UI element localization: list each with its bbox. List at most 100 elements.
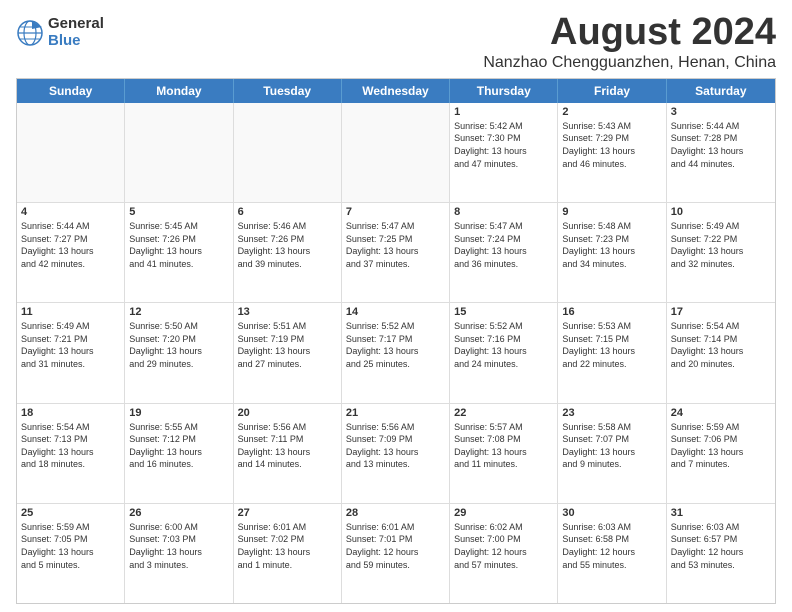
day-info: Sunrise: 5:44 AMSunset: 7:27 PMDaylight:…: [21, 220, 120, 270]
day-number: 10: [671, 206, 771, 218]
cal-cell: 24 Sunrise: 5:59 AMSunset: 7:06 PMDayligh…: [667, 404, 775, 503]
cal-week-3: 11 Sunrise: 5:49 AMSunset: 7:21 PMDayligh…: [17, 303, 775, 403]
day-info: Sunrise: 5:55 AMSunset: 7:12 PMDaylight:…: [129, 421, 228, 471]
day-number: 22: [454, 407, 553, 419]
cal-cell: 18Sunrise: 5:54 AMSunset: 7:13 PMDayligh…: [17, 404, 125, 503]
cal-cell: 26Sunrise: 6:00 AMSunset: 7:03 PMDayligh…: [125, 504, 233, 603]
cal-cell: 9 Sunrise: 5:48 AMSunset: 7:23 PMDaylight…: [558, 203, 666, 302]
location-title: Nanzhao Chengguanzhen, Henan, China: [483, 54, 776, 72]
day-number: 20: [238, 407, 337, 419]
cal-cell: [342, 103, 450, 202]
logo-text: General Blue: [48, 16, 104, 49]
day-info: Sunrise: 5:56 AMSunset: 7:11 PMDaylight:…: [238, 421, 337, 471]
day-info: Sunrise: 5:59 AMSunset: 7:06 PMDaylight:…: [671, 421, 771, 471]
cal-cell: 28 Sunrise: 6:01 AMSunset: 7:01 PMDayligh…: [342, 504, 450, 603]
cal-cell: 11 Sunrise: 5:49 AMSunset: 7:21 PMDayligh…: [17, 303, 125, 402]
cal-header-wednesday: Wednesday: [342, 79, 450, 103]
calendar-header-row: SundayMondayTuesdayWednesdayThursdayFrid…: [17, 79, 775, 103]
day-info: Sunrise: 5:49 AMSunset: 7:21 PMDaylight:…: [21, 320, 120, 370]
day-number: 4: [21, 206, 120, 218]
day-info: Sunrise: 5:43 AMSunset: 7:29 PMDaylight:…: [562, 120, 661, 170]
day-number: 24: [671, 407, 771, 419]
day-number: 5: [129, 206, 228, 218]
day-info: Sunrise: 6:02 AMSunset: 7:00 PMDaylight:…: [454, 521, 553, 571]
day-info: Sunrise: 5:57 AMSunset: 7:08 PMDaylight:…: [454, 421, 553, 471]
day-number: 25: [21, 507, 120, 519]
day-info: Sunrise: 5:53 AMSunset: 7:15 PMDaylight:…: [562, 320, 661, 370]
page: General Blue August 2024 Nanzhao Chenggu…: [0, 0, 792, 612]
day-info: Sunrise: 5:52 AMSunset: 7:16 PMDaylight:…: [454, 320, 553, 370]
day-number: 21: [346, 407, 445, 419]
calendar: SundayMondayTuesdayWednesdayThursdayFrid…: [16, 78, 776, 604]
cal-cell: [17, 103, 125, 202]
cal-cell: 12Sunrise: 5:50 AMSunset: 7:20 PMDayligh…: [125, 303, 233, 402]
cal-cell: 23 Sunrise: 5:58 AMSunset: 7:07 PMDayligh…: [558, 404, 666, 503]
cal-cell: 6Sunrise: 5:46 AMSunset: 7:26 PMDaylight…: [234, 203, 342, 302]
title-block: August 2024 Nanzhao Chengguanzhen, Henan…: [483, 12, 776, 72]
logo: General Blue: [16, 16, 104, 49]
day-info: Sunrise: 6:01 AMSunset: 7:02 PMDaylight:…: [238, 521, 337, 571]
day-info: Sunrise: 5:59 AMSunset: 7:05 PMDaylight:…: [21, 521, 120, 571]
day-info: Sunrise: 5:52 AMSunset: 7:17 PMDaylight:…: [346, 320, 445, 370]
day-info: Sunrise: 5:47 AMSunset: 7:24 PMDaylight:…: [454, 220, 553, 270]
day-info: Sunrise: 5:58 AMSunset: 7:07 PMDaylight:…: [562, 421, 661, 471]
logo-blue-text: Blue: [48, 33, 104, 50]
cal-cell: 30Sunrise: 6:03 AMSunset: 6:58 PMDayligh…: [558, 504, 666, 603]
cal-cell: 22 Sunrise: 5:57 AMSunset: 7:08 PMDayligh…: [450, 404, 558, 503]
cal-header-friday: Friday: [558, 79, 666, 103]
day-number: 16: [562, 306, 661, 318]
cal-header-monday: Monday: [125, 79, 233, 103]
day-number: 14: [346, 306, 445, 318]
day-number: 2: [562, 106, 661, 118]
cal-cell: 25 Sunrise: 5:59 AMSunset: 7:05 PMDayligh…: [17, 504, 125, 603]
day-number: 7: [346, 206, 445, 218]
cal-cell: 4 Sunrise: 5:44 AMSunset: 7:27 PMDaylight…: [17, 203, 125, 302]
day-number: 1: [454, 106, 553, 118]
day-number: 12: [129, 306, 228, 318]
day-info: Sunrise: 6:01 AMSunset: 7:01 PMDaylight:…: [346, 521, 445, 571]
logo-icon: [16, 19, 44, 47]
day-number: 9: [562, 206, 661, 218]
cal-header-tuesday: Tuesday: [234, 79, 342, 103]
cal-cell: 19 Sunrise: 5:55 AMSunset: 7:12 PMDayligh…: [125, 404, 233, 503]
day-info: Sunrise: 5:44 AMSunset: 7:28 PMDaylight:…: [671, 120, 771, 170]
cal-cell: 31 Sunrise: 6:03 AMSunset: 6:57 PMDayligh…: [667, 504, 775, 603]
cal-week-4: 18Sunrise: 5:54 AMSunset: 7:13 PMDayligh…: [17, 404, 775, 504]
day-number: 31: [671, 507, 771, 519]
month-title: August 2024: [483, 12, 776, 54]
cal-cell: 14 Sunrise: 5:52 AMSunset: 7:17 PMDayligh…: [342, 303, 450, 402]
cal-cell: 21 Sunrise: 5:56 AMSunset: 7:09 PMDayligh…: [342, 404, 450, 503]
day-info: Sunrise: 5:56 AMSunset: 7:09 PMDaylight:…: [346, 421, 445, 471]
day-number: 13: [238, 306, 337, 318]
cal-cell: 8 Sunrise: 5:47 AMSunset: 7:24 PMDaylight…: [450, 203, 558, 302]
day-number: 28: [346, 507, 445, 519]
day-info: Sunrise: 5:54 AMSunset: 7:13 PMDaylight:…: [21, 421, 120, 471]
day-info: Sunrise: 6:00 AMSunset: 7:03 PMDaylight:…: [129, 521, 228, 571]
cal-cell: 2 Sunrise: 5:43 AMSunset: 7:29 PMDaylight…: [558, 103, 666, 202]
calendar-body: 1 Sunrise: 5:42 AMSunset: 7:30 PMDaylight…: [17, 103, 775, 603]
cal-week-1: 1 Sunrise: 5:42 AMSunset: 7:30 PMDaylight…: [17, 103, 775, 203]
day-info: Sunrise: 5:48 AMSunset: 7:23 PMDaylight:…: [562, 220, 661, 270]
day-number: 23: [562, 407, 661, 419]
day-number: 15: [454, 306, 553, 318]
cal-cell: 1 Sunrise: 5:42 AMSunset: 7:30 PMDaylight…: [450, 103, 558, 202]
day-info: Sunrise: 5:45 AMSunset: 7:26 PMDaylight:…: [129, 220, 228, 270]
day-number: 3: [671, 106, 771, 118]
day-info: Sunrise: 6:03 AMSunset: 6:57 PMDaylight:…: [671, 521, 771, 571]
day-info: Sunrise: 5:47 AMSunset: 7:25 PMDaylight:…: [346, 220, 445, 270]
day-number: 29: [454, 507, 553, 519]
day-number: 19: [129, 407, 228, 419]
cal-cell: 29 Sunrise: 6:02 AMSunset: 7:00 PMDayligh…: [450, 504, 558, 603]
day-number: 27: [238, 507, 337, 519]
cal-cell: 16 Sunrise: 5:53 AMSunset: 7:15 PMDayligh…: [558, 303, 666, 402]
day-number: 8: [454, 206, 553, 218]
cal-header-sunday: Sunday: [17, 79, 125, 103]
day-info: Sunrise: 5:42 AMSunset: 7:30 PMDaylight:…: [454, 120, 553, 170]
cal-cell: 5 Sunrise: 5:45 AMSunset: 7:26 PMDaylight…: [125, 203, 233, 302]
cal-cell: 13Sunrise: 5:51 AMSunset: 7:19 PMDayligh…: [234, 303, 342, 402]
day-number: 17: [671, 306, 771, 318]
day-number: 11: [21, 306, 120, 318]
cal-cell: 7 Sunrise: 5:47 AMSunset: 7:25 PMDaylight…: [342, 203, 450, 302]
header: General Blue August 2024 Nanzhao Chenggu…: [16, 12, 776, 72]
cal-cell: 10Sunrise: 5:49 AMSunset: 7:22 PMDayligh…: [667, 203, 775, 302]
